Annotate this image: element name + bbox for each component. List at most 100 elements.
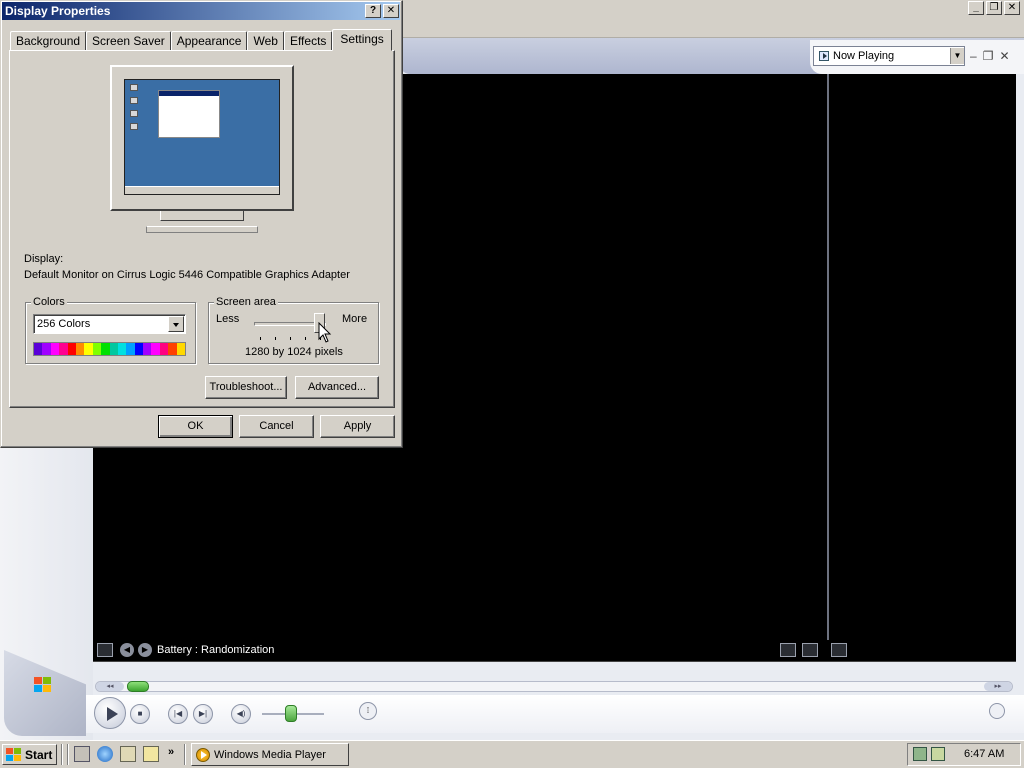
color-swatch (151, 343, 160, 355)
play-icon[interactable] (94, 697, 126, 729)
color-swatch (176, 343, 186, 355)
view-toggle-icon[interactable] (780, 643, 796, 657)
color-swatch (126, 343, 135, 355)
color-swatch (50, 343, 60, 355)
show-desktop-icon[interactable] (74, 746, 90, 762)
rewind-icon[interactable]: ◂◂ (96, 682, 124, 691)
color-palette-preview (33, 342, 186, 356)
preview-taskbar (125, 186, 279, 194)
restore-icon[interactable]: ❐ (983, 49, 994, 63)
advanced-button[interactable]: Advanced... (295, 376, 379, 399)
tab-effects[interactable]: Effects (283, 31, 333, 51)
close-icon[interactable]: ✕ (999, 49, 1009, 63)
task-button-label: Windows Media Player (214, 748, 326, 761)
host-window-controls: _ ❐ ✕ (968, 1, 1020, 15)
close-icon[interactable]: ✕ (383, 4, 399, 18)
compact-mode-icon[interactable] (989, 703, 1005, 719)
close-icon[interactable]: ✕ (1004, 1, 1020, 15)
start-label: Start (25, 747, 53, 762)
start-button[interactable]: Start (2, 744, 57, 765)
fast-forward-icon[interactable]: ▸▸ (984, 682, 1012, 691)
preview-window (158, 90, 220, 138)
restore-icon[interactable]: ❐ (986, 1, 1002, 15)
color-swatch (117, 343, 127, 355)
colors-select[interactable]: 256 Colors (33, 314, 186, 334)
playlist-toggle-icon[interactable] (831, 643, 847, 657)
search-icon[interactable] (143, 746, 159, 762)
color-swatch (159, 343, 169, 355)
toggle-taskbar-icon[interactable] (97, 643, 113, 657)
next-icon[interactable]: ▶| (193, 704, 213, 724)
playlist-divider[interactable] (827, 74, 829, 640)
colors-group-legend: Colors (31, 296, 67, 308)
slider-tick (290, 337, 291, 340)
seek-thumb[interactable] (127, 681, 149, 692)
preview-desktop-icon (130, 97, 138, 104)
internet-explorer-icon[interactable] (97, 746, 113, 762)
display-label: Display: (24, 253, 64, 265)
outlook-express-icon[interactable] (120, 746, 136, 762)
mute-icon[interactable]: ◀) (231, 704, 251, 724)
host-window-menubar (400, 18, 1024, 38)
safely-remove-hardware-icon[interactable] (931, 747, 945, 761)
ok-button[interactable]: OK (158, 415, 233, 438)
color-swatch (75, 343, 85, 355)
color-swatch (92, 343, 102, 355)
chevron-down-icon[interactable]: ▼ (950, 48, 964, 64)
preview-desktop-icon (130, 123, 138, 130)
now-playing-text: Battery : Randomization (157, 644, 275, 656)
next-visualization-icon[interactable]: ▶ (138, 643, 152, 657)
equalizer-icon[interactable]: ⁞ (359, 702, 377, 720)
windows-media-player-icon (196, 747, 210, 762)
colors-select-value: 256 Colors (37, 318, 91, 330)
dialog-titlebar[interactable]: Display Properties (2, 2, 400, 20)
color-swatch (59, 343, 68, 355)
tab-background[interactable]: Background (10, 31, 87, 51)
media-player-window-controls: – ❐ ✕ (970, 49, 1010, 63)
network-icon[interactable] (913, 747, 927, 761)
color-swatch (42, 343, 51, 355)
windows-logo-icon (34, 677, 52, 693)
previous-visualization-icon[interactable]: ◀ (120, 643, 134, 657)
tab-screen-saver[interactable]: Screen Saver (86, 31, 171, 51)
apply-button[interactable]: Apply (320, 415, 395, 438)
cancel-button[interactable]: Cancel (239, 415, 314, 438)
now-playing-select-label: Now Playing (833, 50, 895, 62)
mouse-pointer-icon (318, 322, 332, 343)
dialog-title-buttons: ? ✕ (365, 4, 399, 18)
screen-area-more-label: More (342, 313, 368, 325)
task-button-windows-media-player[interactable]: Windows Media Player (191, 743, 349, 766)
dialog-title: Display Properties (5, 4, 111, 18)
now-playing-icon (819, 51, 829, 61)
color-swatch (34, 343, 43, 355)
taskbar-separator (184, 744, 186, 765)
color-swatch (109, 343, 118, 355)
color-swatch (168, 343, 177, 355)
minimize-icon[interactable]: _ (968, 1, 984, 15)
color-swatch (134, 343, 144, 355)
taskbar-separator (67, 744, 69, 765)
seek-bar[interactable] (95, 681, 1013, 692)
slider-tick (260, 337, 261, 340)
preview-desktop-icon (130, 110, 138, 117)
tab-web[interactable]: Web (247, 31, 284, 51)
previous-icon[interactable]: |◀ (168, 704, 188, 724)
tab-settings[interactable]: Settings (332, 29, 392, 51)
chevron-down-icon[interactable] (168, 316, 184, 332)
stop-icon[interactable]: ■ (130, 704, 150, 724)
troubleshoot-button[interactable]: Troubleshoot... (205, 376, 287, 399)
color-swatch (143, 343, 152, 355)
start-flag-icon (6, 747, 22, 762)
clock[interactable]: 6:47 AM (964, 748, 1004, 760)
tab-strip: Background Screen Saver Appearance Web E… (10, 29, 392, 51)
now-playing-select[interactable]: Now Playing ▼ (813, 46, 965, 66)
screen-area-less-label: Less (216, 313, 240, 325)
volume-slider[interactable] (285, 705, 297, 722)
fullscreen-icon[interactable] (802, 643, 818, 657)
help-icon[interactable]: ? (365, 4, 381, 18)
monitor-preview-base (146, 226, 258, 233)
minimize-icon[interactable]: – (970, 49, 977, 63)
slider-tick (305, 337, 306, 340)
quick-launch-overflow-icon[interactable]: » (168, 746, 174, 758)
tab-appearance[interactable]: Appearance (170, 31, 248, 51)
